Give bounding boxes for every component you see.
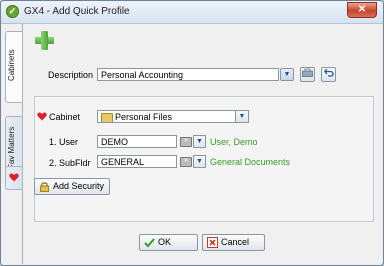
check-icon (144, 238, 155, 248)
tools-icon-button[interactable] (300, 67, 315, 82)
tools-icon (302, 68, 313, 77)
cancel-button[interactable]: Cancel (202, 234, 265, 251)
title-bar: ✓ GX4 - Add Quick Profile ✕ (1, 1, 383, 24)
cabinet-select[interactable]: Personal Files (97, 110, 236, 123)
description-field[interactable]: Personal Accounting (97, 68, 279, 81)
window-title: GX4 - Add Quick Profile (24, 6, 130, 17)
undo-icon (323, 68, 334, 77)
tab-favorites[interactable] (5, 166, 22, 190)
close-button[interactable]: ✕ (347, 2, 377, 18)
tab-fav-matters-label: Fav Matters (7, 126, 16, 169)
description-dropdown-button[interactable]: ▼ (280, 68, 294, 81)
add-security-button[interactable]: Add Security (34, 178, 110, 195)
user-field[interactable]: DEMO (97, 135, 177, 148)
cancel-label: Cancel (221, 237, 250, 247)
side-tabs: Cabinets Fav Matters (1, 24, 23, 265)
user-label: 1. User (49, 137, 79, 147)
ok-label: OK (158, 237, 172, 247)
subfldr-field[interactable]: GENERAL (97, 155, 177, 168)
tab-cabinets[interactable]: Cabinets (5, 31, 22, 103)
cabinet-panel: Cabinet Personal Files ▼ 1. User DEMO ✕ … (34, 96, 374, 222)
user-description: User, Demo (210, 137, 258, 147)
add-security-label: Add Security (53, 181, 105, 191)
cancel-x-icon (207, 237, 218, 248)
ok-button[interactable]: OK (139, 234, 198, 251)
app-logo-icon: ✓ (6, 5, 19, 18)
add-plus-icon (35, 31, 54, 50)
tab-cabinets-label: Cabinets (7, 49, 16, 81)
subfldr-dropdown-button[interactable]: ▼ (193, 155, 206, 168)
cabinet-dropdown-button[interactable]: ▼ (236, 110, 249, 123)
cabinet-label: Cabinet (49, 112, 81, 122)
heart-icon (37, 112, 47, 121)
lock-icon (40, 182, 49, 192)
subfldr-description: General Documents (210, 157, 291, 167)
undo-button[interactable] (321, 67, 336, 82)
subfldr-label: 2. SubFldr (49, 158, 91, 168)
clear-eraser-icon[interactable]: ✕ (180, 157, 192, 167)
folder-icon (101, 113, 113, 122)
clear-eraser-icon[interactable]: ✕ (180, 137, 192, 147)
description-label: Description (48, 70, 94, 80)
main-content: Description Personal Accounting ▼ Cabine… (22, 24, 383, 264)
cabinet-value: Personal Files (115, 112, 173, 122)
user-dropdown-button[interactable]: ▼ (193, 135, 206, 148)
dialog-window: ✓ GX4 - Add Quick Profile ✕ Cabinets Fav… (0, 0, 384, 266)
heart-icon (9, 173, 19, 182)
